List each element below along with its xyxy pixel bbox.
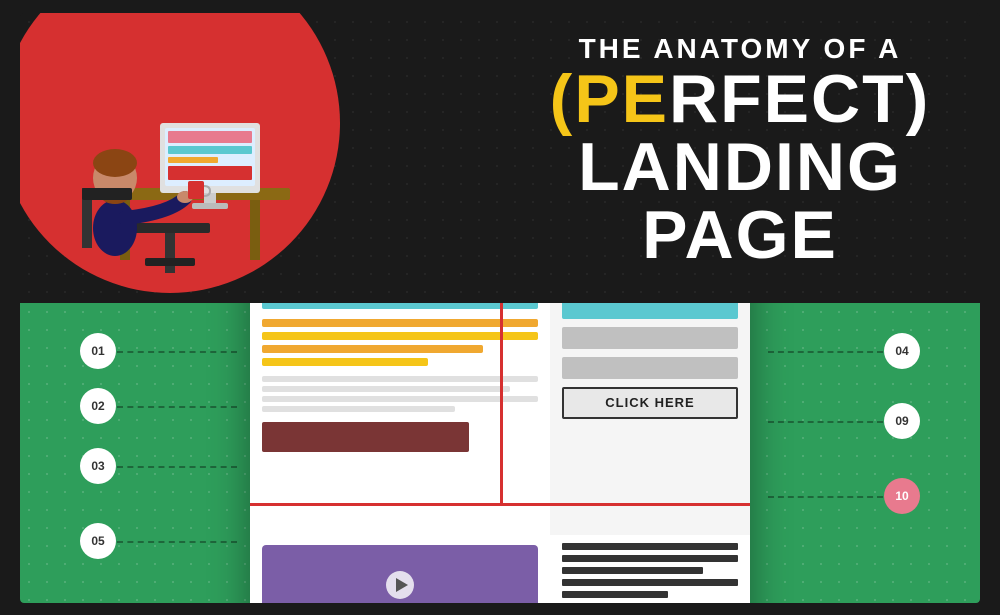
badge-04: 04: [884, 333, 920, 369]
body-line-1: [262, 376, 538, 382]
badge-10: 10: [884, 478, 920, 514]
play-button[interactable]: [386, 571, 414, 599]
body-line-3: [262, 396, 538, 402]
title-rfect: RFECT): [669, 61, 930, 137]
red-divider: [500, 303, 503, 503]
right-bottom-pane: [550, 535, 750, 603]
title-line3: LANDING: [530, 133, 950, 201]
browser-bottom: [250, 535, 750, 603]
right-form-pane: CLICK HERE: [550, 303, 750, 535]
rb-line-5: [562, 591, 668, 598]
headline-lines: [262, 319, 538, 366]
browser-content: CLICK HERE: [250, 303, 750, 535]
body-line-2: [262, 386, 510, 392]
body-text-lines: [262, 376, 538, 412]
form-field-3: [562, 327, 738, 349]
browser-mockup: ↻: [250, 303, 750, 603]
headline-4: [262, 358, 428, 366]
rb-line-2: [562, 555, 738, 562]
form-field-2: [562, 303, 738, 319]
headline-3: [262, 345, 483, 353]
title-line2: (PERFECT): [530, 65, 950, 133]
body-line-4: [262, 406, 455, 412]
form-field-4: [562, 357, 738, 379]
dashed-line-01: [117, 351, 237, 353]
headline-2: [262, 332, 538, 340]
bottom-section: 01 02 03 05 04 09 10 ↻: [20, 303, 980, 603]
dashed-line-04: [768, 351, 883, 353]
left-bottom-pane: [250, 535, 550, 603]
title-area: THE ANATOMY OF A (PERFECT) LANDING PAGE: [530, 33, 950, 269]
person-illustration: [30, 33, 330, 293]
rb-line-1: [562, 543, 738, 550]
click-here-button[interactable]: CLICK HERE: [562, 387, 738, 419]
badge-09: 09: [884, 403, 920, 439]
video-thumbnail: [262, 545, 538, 603]
badge-05: 05: [80, 523, 116, 559]
dashed-line-02: [117, 406, 237, 408]
left-content-pane: [250, 303, 550, 535]
headline-1: [262, 319, 538, 327]
dashed-line-09: [768, 421, 883, 423]
badge-03: 03: [80, 448, 116, 484]
rb-line-3: [562, 567, 703, 574]
title-line4: PAGE: [530, 201, 950, 269]
title-pe: (PE: [550, 61, 669, 137]
dashed-line-05: [117, 541, 237, 543]
dashed-line-10: [768, 496, 883, 498]
badge-01: 01: [80, 333, 116, 369]
badge-02: 02: [80, 388, 116, 424]
hero-banner: [262, 303, 538, 309]
rb-line-4: [562, 579, 738, 586]
cta-bar: [262, 422, 469, 452]
dashed-line-03: [117, 466, 237, 468]
main-container: THE ANATOMY OF A (PERFECT) LANDING PAGE …: [20, 13, 980, 603]
play-icon: [396, 578, 408, 592]
red-horizontal-line: [250, 503, 750, 506]
top-section: THE ANATOMY OF A (PERFECT) LANDING PAGE: [20, 13, 980, 303]
